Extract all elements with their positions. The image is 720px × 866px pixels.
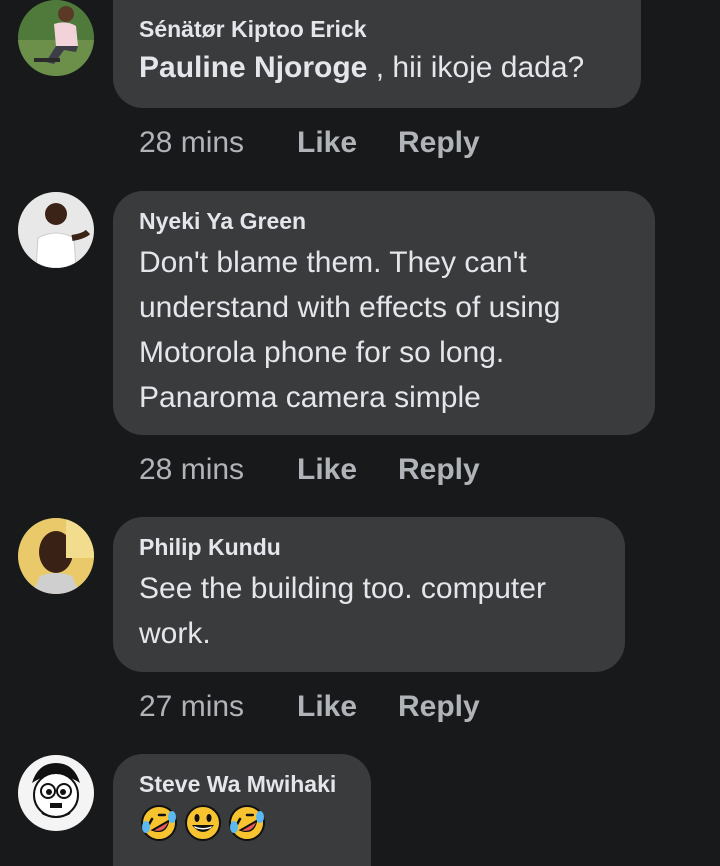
comment-bubble: Steve Wa Mwihaki bbox=[113, 754, 371, 866]
rolling-laughing-emoji-icon bbox=[141, 805, 177, 841]
avatar[interactable] bbox=[18, 0, 94, 76]
comment-line: Motorola phone for so long. bbox=[139, 336, 505, 369]
comment-actions: 28 mins Like Reply bbox=[139, 123, 480, 163]
comment-timestamp[interactable]: 28 mins bbox=[139, 453, 244, 486]
comment-line: work. bbox=[139, 617, 211, 650]
comment-timestamp[interactable]: 27 mins bbox=[139, 690, 244, 723]
like-button[interactable]: Like bbox=[297, 450, 357, 490]
reply-button[interactable]: Reply bbox=[398, 450, 480, 490]
user-photo-icon bbox=[18, 518, 94, 594]
comment-body: , hii ikoje dada? bbox=[367, 51, 585, 84]
comment-line: Panaroma camera simple bbox=[139, 381, 481, 414]
comment-author[interactable]: Nyeki Ya Green bbox=[139, 208, 655, 234]
comment-body bbox=[139, 803, 371, 843]
comment-text: Pauline Njoroge , hii ikoje dada? bbox=[139, 48, 641, 88]
comment-line: understand with effects of using bbox=[139, 291, 561, 324]
comment-timestamp[interactable]: 28 mins bbox=[139, 126, 244, 159]
user-photo-icon bbox=[18, 0, 94, 76]
reply-button[interactable]: Reply bbox=[398, 123, 480, 163]
mention-link[interactable]: Pauline Njoroge bbox=[139, 51, 367, 84]
grinning-emoji-icon bbox=[185, 805, 221, 841]
user-photo-icon bbox=[18, 755, 94, 831]
comment-bubble: Sénätør Kiptoo Erick Pauline Njoroge , h… bbox=[113, 0, 641, 108]
comment-actions: 27 mins Like Reply bbox=[139, 687, 480, 727]
rolling-laughing-emoji-icon bbox=[229, 805, 265, 841]
reply-button[interactable]: Reply bbox=[398, 687, 480, 727]
comment-author[interactable]: Steve Wa Mwihaki bbox=[139, 771, 371, 797]
comment-body: Don't blame them. They can't understand … bbox=[139, 240, 655, 420]
avatar[interactable] bbox=[18, 192, 94, 268]
like-button[interactable]: Like bbox=[297, 123, 357, 163]
avatar[interactable] bbox=[18, 518, 94, 594]
comment-line: See the building too. computer bbox=[139, 572, 546, 605]
comment-author[interactable]: Sénätør Kiptoo Erick bbox=[139, 16, 641, 42]
comment-actions: 28 mins Like Reply bbox=[139, 450, 480, 490]
comment-line: Don't blame them. They can't bbox=[139, 246, 527, 279]
comment-bubble: Philip Kundu See the building too. compu… bbox=[113, 517, 625, 672]
comment-bubble: Nyeki Ya Green Don't blame them. They ca… bbox=[113, 191, 655, 435]
comment-author[interactable]: Philip Kundu bbox=[139, 534, 625, 560]
comment-body: See the building too. computer work. bbox=[139, 566, 625, 656]
like-button[interactable]: Like bbox=[297, 687, 357, 727]
user-photo-icon bbox=[18, 192, 94, 268]
avatar[interactable] bbox=[18, 755, 94, 831]
